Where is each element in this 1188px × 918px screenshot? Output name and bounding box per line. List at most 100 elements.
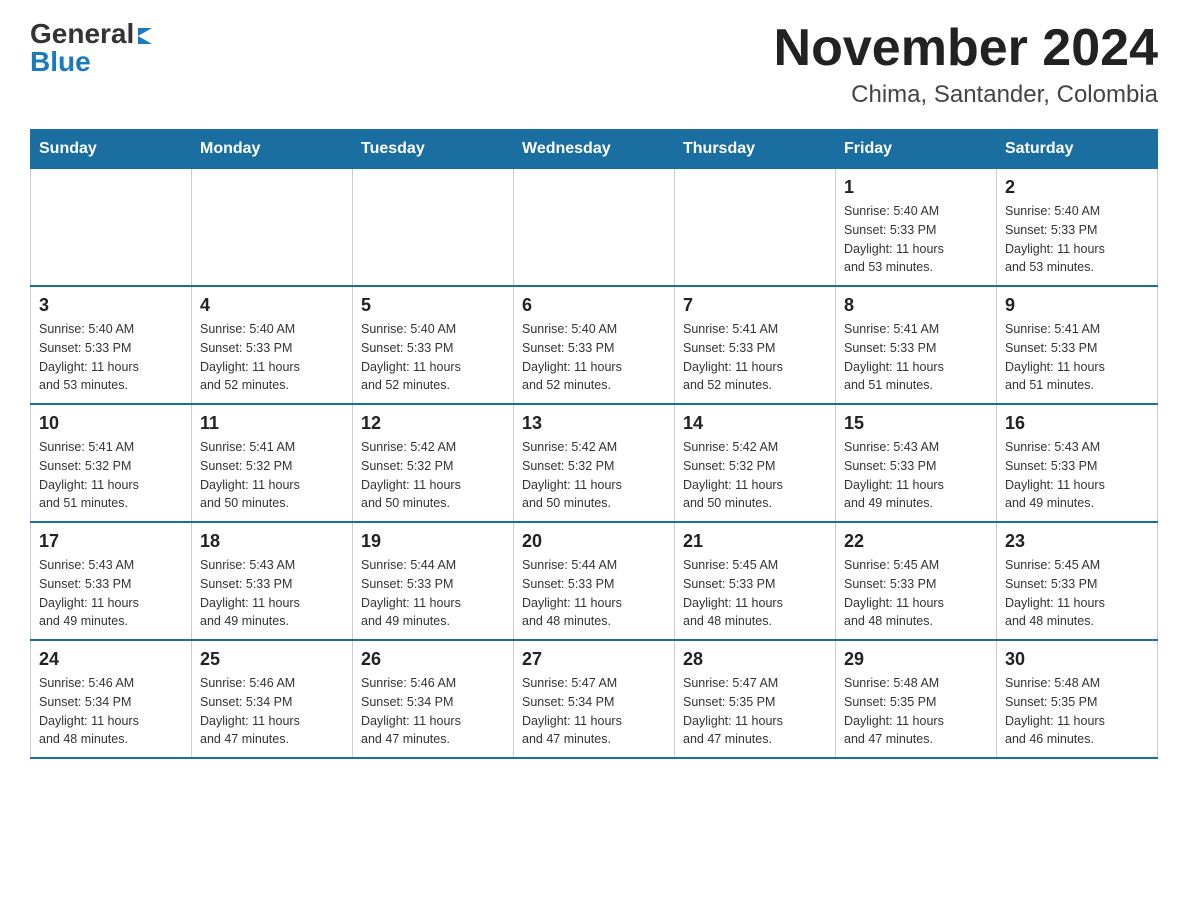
- day-info: Sunrise: 5:43 AM Sunset: 5:33 PM Dayligh…: [200, 556, 344, 631]
- table-row: 16 Sunrise: 5:43 AM Sunset: 5:33 PM Dayli…: [997, 404, 1158, 522]
- table-row: 14 Sunrise: 5:42 AM Sunset: 5:32 PM Dayli…: [675, 404, 836, 522]
- day-number: 21: [683, 531, 827, 552]
- day-info: Sunrise: 5:42 AM Sunset: 5:32 PM Dayligh…: [522, 438, 666, 513]
- calendar-subtitle: Chima, Santander, Colombia: [774, 81, 1158, 109]
- day-number: 9: [1005, 295, 1149, 316]
- day-number: 26: [361, 649, 505, 670]
- day-info: Sunrise: 5:46 AM Sunset: 5:34 PM Dayligh…: [200, 674, 344, 749]
- table-row: 7 Sunrise: 5:41 AM Sunset: 5:33 PM Daylig…: [675, 286, 836, 404]
- table-row: 18 Sunrise: 5:43 AM Sunset: 5:33 PM Dayli…: [192, 522, 353, 640]
- day-info: Sunrise: 5:46 AM Sunset: 5:34 PM Dayligh…: [361, 674, 505, 749]
- calendar-week-row: 3 Sunrise: 5:40 AM Sunset: 5:33 PM Daylig…: [31, 286, 1158, 404]
- day-number: 28: [683, 649, 827, 670]
- header-wednesday: Wednesday: [514, 130, 675, 169]
- day-info: Sunrise: 5:40 AM Sunset: 5:33 PM Dayligh…: [522, 320, 666, 395]
- table-row: 25 Sunrise: 5:46 AM Sunset: 5:34 PM Dayli…: [192, 640, 353, 758]
- table-row: 27Sunrise: 5:47 AM Sunset: 5:34 PM Dayli…: [514, 640, 675, 758]
- table-row: 12Sunrise: 5:42 AM Sunset: 5:32 PM Dayli…: [353, 404, 514, 522]
- day-info: Sunrise: 5:40 AM Sunset: 5:33 PM Dayligh…: [1005, 202, 1149, 277]
- table-row: 2 Sunrise: 5:40 AM Sunset: 5:33 PM Daylig…: [997, 169, 1158, 287]
- table-row: 6 Sunrise: 5:40 AM Sunset: 5:33 PM Daylig…: [514, 286, 675, 404]
- day-info: Sunrise: 5:40 AM Sunset: 5:33 PM Dayligh…: [200, 320, 344, 395]
- day-number: 30: [1005, 649, 1149, 670]
- day-number: 25: [200, 649, 344, 670]
- table-row: [675, 169, 836, 287]
- table-row: 23 Sunrise: 5:45 AM Sunset: 5:33 PM Dayli…: [997, 522, 1158, 640]
- table-row: 21 Sunrise: 5:45 AM Sunset: 5:33 PM Dayli…: [675, 522, 836, 640]
- table-row: 29Sunrise: 5:48 AM Sunset: 5:35 PM Dayli…: [836, 640, 997, 758]
- header-friday: Friday: [836, 130, 997, 169]
- calendar-title: November 2024: [774, 20, 1158, 77]
- day-info: Sunrise: 5:48 AM Sunset: 5:35 PM Dayligh…: [1005, 674, 1149, 749]
- table-row: 24 Sunrise: 5:46 AM Sunset: 5:34 PM Dayli…: [31, 640, 192, 758]
- day-number: 16: [1005, 413, 1149, 434]
- day-info: Sunrise: 5:41 AM Sunset: 5:33 PM Dayligh…: [1005, 320, 1149, 395]
- table-row: 8 Sunrise: 5:41 AM Sunset: 5:33 PM Daylig…: [836, 286, 997, 404]
- day-number: 14: [683, 413, 827, 434]
- calendar-week-row: 1Sunrise: 5:40 AM Sunset: 5:33 PM Daylig…: [31, 169, 1158, 287]
- table-row: 26 Sunrise: 5:46 AM Sunset: 5:34 PM Dayli…: [353, 640, 514, 758]
- page-header: General Blue November 2024 Chima, Santan…: [30, 20, 1158, 109]
- day-number: 22: [844, 531, 988, 552]
- day-info: Sunrise: 5:42 AM Sunset: 5:32 PM Dayligh…: [361, 438, 505, 513]
- table-row: 22 Sunrise: 5:45 AM Sunset: 5:33 PM Dayli…: [836, 522, 997, 640]
- day-number: 23: [1005, 531, 1149, 552]
- day-info: Sunrise: 5:43 AM Sunset: 5:33 PM Dayligh…: [1005, 438, 1149, 513]
- calendar-week-row: 10 Sunrise: 5:41 AM Sunset: 5:32 PM Dayli…: [31, 404, 1158, 522]
- day-info: Sunrise: 5:45 AM Sunset: 5:33 PM Dayligh…: [1005, 556, 1149, 631]
- table-row: [514, 169, 675, 287]
- table-row: 13 Sunrise: 5:42 AM Sunset: 5:32 PM Dayli…: [514, 404, 675, 522]
- day-number: 11: [200, 413, 344, 434]
- table-row: 1Sunrise: 5:40 AM Sunset: 5:33 PM Daylig…: [836, 169, 997, 287]
- day-info: Sunrise: 5:40 AM Sunset: 5:33 PM Dayligh…: [39, 320, 183, 395]
- day-info: Sunrise: 5:47 AM Sunset: 5:35 PM Dayligh…: [683, 674, 827, 749]
- table-row: 17 Sunrise: 5:43 AM Sunset: 5:33 PM Dayli…: [31, 522, 192, 640]
- day-info: Sunrise: 5:41 AM Sunset: 5:32 PM Dayligh…: [39, 438, 183, 513]
- day-info: Sunrise: 5:41 AM Sunset: 5:33 PM Dayligh…: [683, 320, 827, 395]
- day-number: 13: [522, 413, 666, 434]
- table-row: 28 Sunrise: 5:47 AM Sunset: 5:35 PM Dayli…: [675, 640, 836, 758]
- day-number: 7: [683, 295, 827, 316]
- day-info: Sunrise: 5:40 AM Sunset: 5:33 PM Dayligh…: [361, 320, 505, 395]
- header-saturday: Saturday: [997, 130, 1158, 169]
- day-info: Sunrise: 5:46 AM Sunset: 5:34 PM Dayligh…: [39, 674, 183, 749]
- day-number: 8: [844, 295, 988, 316]
- table-row: [353, 169, 514, 287]
- table-row: 4 Sunrise: 5:40 AM Sunset: 5:33 PM Daylig…: [192, 286, 353, 404]
- day-number: 6: [522, 295, 666, 316]
- day-info: Sunrise: 5:42 AM Sunset: 5:32 PM Dayligh…: [683, 438, 827, 513]
- day-number: 27: [522, 649, 666, 670]
- day-info: Sunrise: 5:43 AM Sunset: 5:33 PM Dayligh…: [844, 438, 988, 513]
- table-row: 9 Sunrise: 5:41 AM Sunset: 5:33 PM Daylig…: [997, 286, 1158, 404]
- day-number: 24: [39, 649, 183, 670]
- table-row: 30 Sunrise: 5:48 AM Sunset: 5:35 PM Dayli…: [997, 640, 1158, 758]
- day-number: 4: [200, 295, 344, 316]
- day-number: 20: [522, 531, 666, 552]
- day-info: Sunrise: 5:45 AM Sunset: 5:33 PM Dayligh…: [844, 556, 988, 631]
- day-info: Sunrise: 5:41 AM Sunset: 5:32 PM Dayligh…: [200, 438, 344, 513]
- day-info: Sunrise: 5:41 AM Sunset: 5:33 PM Dayligh…: [844, 320, 988, 395]
- table-row: 5Sunrise: 5:40 AM Sunset: 5:33 PM Daylig…: [353, 286, 514, 404]
- day-info: Sunrise: 5:44 AM Sunset: 5:33 PM Dayligh…: [361, 556, 505, 631]
- header-sunday: Sunday: [31, 130, 192, 169]
- calendar-week-row: 24 Sunrise: 5:46 AM Sunset: 5:34 PM Dayli…: [31, 640, 1158, 758]
- day-number: 3: [39, 295, 183, 316]
- header-thursday: Thursday: [675, 130, 836, 169]
- logo-blue: Blue: [30, 46, 91, 77]
- table-row: 20Sunrise: 5:44 AM Sunset: 5:33 PM Dayli…: [514, 522, 675, 640]
- table-row: 15Sunrise: 5:43 AM Sunset: 5:33 PM Dayli…: [836, 404, 997, 522]
- day-info: Sunrise: 5:45 AM Sunset: 5:33 PM Dayligh…: [683, 556, 827, 631]
- title-section: November 2024 Chima, Santander, Colombia: [774, 20, 1158, 109]
- day-info: Sunrise: 5:48 AM Sunset: 5:35 PM Dayligh…: [844, 674, 988, 749]
- day-number: 10: [39, 413, 183, 434]
- table-row: [31, 169, 192, 287]
- table-row: 19Sunrise: 5:44 AM Sunset: 5:33 PM Dayli…: [353, 522, 514, 640]
- logo-general: General: [30, 20, 134, 48]
- day-number: 18: [200, 531, 344, 552]
- weekday-header-row: Sunday Monday Tuesday Wednesday Thursday…: [31, 130, 1158, 169]
- day-number: 2: [1005, 177, 1149, 198]
- header-monday: Monday: [192, 130, 353, 169]
- day-info: Sunrise: 5:43 AM Sunset: 5:33 PM Dayligh…: [39, 556, 183, 631]
- calendar-week-row: 17 Sunrise: 5:43 AM Sunset: 5:33 PM Dayli…: [31, 522, 1158, 640]
- day-number: 17: [39, 531, 183, 552]
